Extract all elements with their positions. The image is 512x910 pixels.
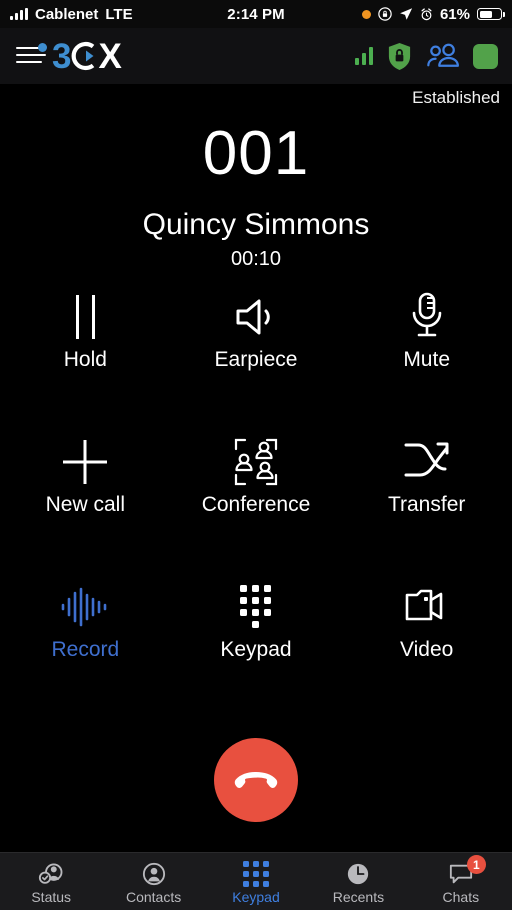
tab-contacts[interactable]: Contacts xyxy=(102,853,204,910)
call-controls-grid: Hold Earpiece Mute New call Conference T… xyxy=(0,288,512,676)
control-transfer[interactable]: Transfer xyxy=(341,433,512,531)
chats-unread-badge: 1 xyxy=(466,855,486,874)
hangup-phone-icon xyxy=(234,772,278,788)
brand-logo: 3 X xyxy=(16,36,122,76)
chat-bubble-icon: 1 xyxy=(448,855,486,887)
orange-recording-dot-icon xyxy=(361,9,371,19)
caller-name: Quincy Simmons xyxy=(142,208,370,241)
tab-label: Chats xyxy=(442,889,480,905)
logo-part-3: 3 xyxy=(52,36,71,76)
control-label: Keypad xyxy=(220,638,292,661)
logo-part-x: X xyxy=(98,36,121,76)
tab-recents[interactable]: Recents xyxy=(307,853,409,910)
app-header: 3 X xyxy=(0,28,512,84)
dialpad-icon xyxy=(243,861,270,887)
hamburger-menu-icon[interactable] xyxy=(16,43,47,69)
secure-shield-lock-icon[interactable] xyxy=(386,42,413,71)
control-mute[interactable]: Mute xyxy=(341,288,512,386)
rotation-lock-icon xyxy=(378,7,392,21)
speaker-icon xyxy=(228,288,284,346)
control-new-call[interactable]: New call xyxy=(0,433,171,531)
bottom-tab-bar: Status Contacts Keypad Recents 1 Chats xyxy=(0,852,512,910)
clock-icon xyxy=(346,861,370,887)
control-conference[interactable]: Conference xyxy=(171,433,342,531)
tab-chats[interactable]: 1 Chats xyxy=(410,853,512,910)
tab-label: Recents xyxy=(332,889,385,905)
pause-icon xyxy=(75,288,95,346)
plus-icon xyxy=(58,433,112,491)
transfer-arrow-icon xyxy=(398,433,456,491)
tab-keypad[interactable]: Keypad xyxy=(205,853,307,910)
tab-status[interactable]: Status xyxy=(0,853,102,910)
control-label: Earpiece xyxy=(214,348,298,371)
alarm-clock-icon xyxy=(421,7,432,20)
conference-icon xyxy=(229,433,283,491)
battery-percent: 61% xyxy=(439,5,470,23)
logo-part-c xyxy=(70,40,98,72)
control-label: Mute xyxy=(403,348,450,371)
location-arrow-icon xyxy=(400,8,413,20)
microphone-icon xyxy=(407,288,447,346)
status-bar: Cablenet LTE 2:14 PM 61% xyxy=(0,0,512,28)
tab-label: Status xyxy=(31,889,72,905)
contacts-person-icon xyxy=(142,861,166,887)
tab-label: Contacts xyxy=(125,889,182,905)
control-label: Video xyxy=(399,638,454,661)
logo-3cx-text: 3 X xyxy=(52,36,122,76)
waveform-icon xyxy=(58,578,112,636)
status-bar-right: 61% xyxy=(361,5,505,23)
control-label: Record xyxy=(51,638,120,661)
end-call-button[interactable] xyxy=(214,738,298,822)
call-number: 001 xyxy=(202,119,310,188)
header-icons xyxy=(354,42,498,71)
control-hold[interactable]: Hold xyxy=(0,288,171,386)
dialpad-icon xyxy=(234,578,278,636)
video-camera-icon xyxy=(399,578,455,636)
control-label: Hold xyxy=(63,348,107,371)
presence-status-square[interactable] xyxy=(473,43,498,69)
control-earpiece[interactable]: Earpiece xyxy=(171,288,342,386)
call-duration: 00:10 xyxy=(230,248,282,270)
control-label: Transfer xyxy=(387,493,466,516)
control-label: New call xyxy=(45,493,125,516)
control-keypad[interactable]: Keypad xyxy=(171,578,342,676)
call-status-text: Established xyxy=(412,88,500,107)
call-screen: Cablenet LTE 2:14 PM 61% 3 X Established… xyxy=(0,0,512,910)
control-label: Conference xyxy=(201,493,311,516)
group-contacts-icon[interactable] xyxy=(426,43,460,69)
control-video[interactable]: Video xyxy=(341,578,512,676)
tab-label: Keypad xyxy=(232,889,280,905)
signal-strength-icon xyxy=(354,47,373,65)
control-record[interactable]: Record xyxy=(0,578,171,676)
battery-icon xyxy=(477,8,505,20)
status-person-check-icon xyxy=(38,861,64,887)
